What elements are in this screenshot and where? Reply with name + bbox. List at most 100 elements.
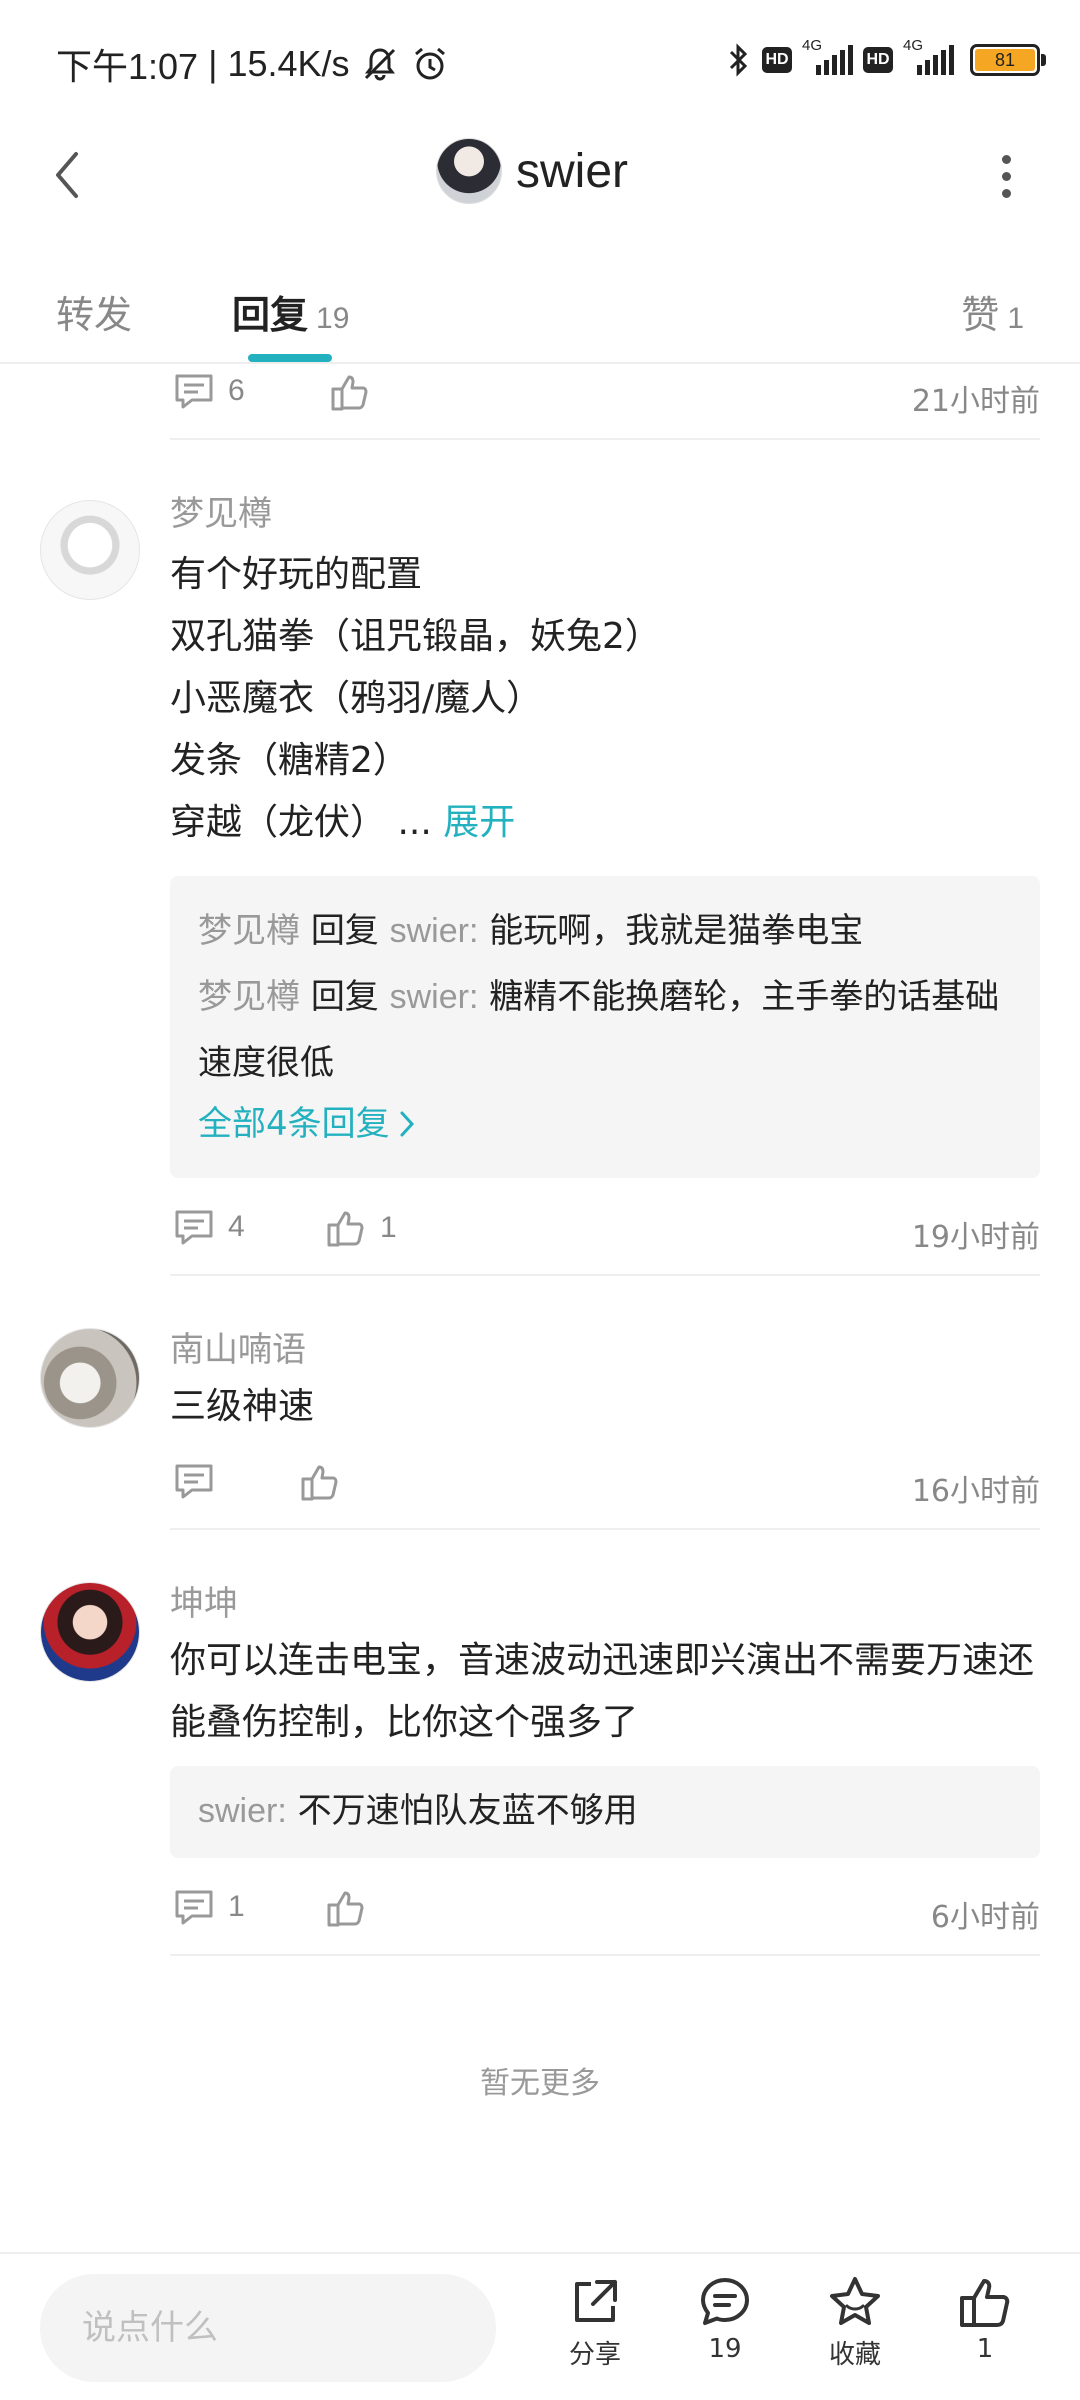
more-dot-icon: [1001, 154, 1011, 164]
comment-count: 19: [708, 2334, 742, 2364]
reply-preview: swier: 不万速怕队友蓝不够用: [198, 1778, 1012, 1844]
like-count: 1: [380, 1211, 397, 1244]
like-button[interactable]: 1: [930, 2274, 1040, 2364]
share-label: 分享: [568, 2340, 621, 2370]
comment-button[interactable]: 19: [670, 2274, 780, 2364]
tab-reply-label: 回复: [232, 293, 309, 337]
chevron-left-icon: [56, 152, 78, 198]
comment-line: 有个好玩的配置: [170, 554, 423, 595]
comment-meta: 4 1 19小时前: [170, 1202, 1040, 1262]
commenter-name[interactable]: 坤坤: [170, 1582, 1040, 1626]
mute-icon: [364, 48, 395, 81]
comment-input[interactable]: [40, 2274, 496, 2382]
comment-text: 你可以连击电宝，音速波动迅速即兴演出不需要万速还能叠伤控制，比你这个强多了: [170, 1640, 1035, 1743]
reply-to[interactable]: swier: [390, 912, 469, 950]
net-speed: 15.4K/s: [227, 43, 350, 84]
author-name[interactable]: swier: [516, 144, 628, 199]
like-count: 1: [976, 2334, 994, 2364]
reply-action[interactable]: 6: [174, 372, 245, 410]
comment-icon: [175, 1210, 213, 1245]
tab-reply-count: 19: [316, 302, 350, 335]
comment-line: 发条（糖精2）: [170, 740, 409, 781]
bluetooth-icon: [729, 43, 748, 77]
comment-bubble-icon: [701, 2278, 749, 2325]
avatar[interactable]: [40, 1582, 140, 1682]
network-type-2: 4G: [903, 37, 924, 54]
comment-icon: [175, 1464, 213, 1499]
tab-like-label: 赞: [961, 293, 1000, 337]
reply-preview-box[interactable]: 梦见樽 回复 swier: 能玩啊，我就是猫拳电宝 梦见樽 回复 swier: …: [170, 876, 1040, 1178]
comment-line: 小恶魔衣（鸦羽/魔人）: [170, 678, 543, 719]
comment-line-last: 穿越（龙伏） ... 展开: [170, 792, 1040, 854]
post-author[interactable]: swier: [436, 138, 628, 204]
back-button[interactable]: [40, 148, 94, 202]
all-replies-label: 全部4条回复: [198, 1104, 390, 1144]
signal-icon-1: 4G: [802, 37, 853, 75]
reply-from[interactable]: 梦见樽: [198, 977, 300, 1017]
commenter-name[interactable]: 梦见樽: [170, 492, 1040, 536]
more-button[interactable]: [986, 148, 1026, 204]
reply-preview: 梦见樽 回复 swier: 糖精不能换磨轮，主手拳的话基础速度很低: [198, 964, 1012, 1096]
tab-bar: 转发 回复 19 赞1: [0, 260, 1080, 364]
avatar[interactable]: [40, 500, 140, 600]
divider: [170, 438, 1040, 440]
tab-reply[interactable]: 回复 19: [232, 284, 349, 339]
status-left: 下午1:07 | 15.4K/s: [56, 38, 450, 90]
avatar[interactable]: [40, 1328, 140, 1428]
divider: [170, 1954, 1040, 1956]
tab-like-count: 1: [1007, 302, 1024, 335]
tab-forward[interactable]: 转发: [56, 284, 132, 339]
status-right: HD 4G HD 4G 81: [726, 37, 1046, 80]
reply-preview-box[interactable]: swier: 不万速怕队友蓝不够用: [170, 1766, 1040, 1858]
reply-from[interactable]: swier: [198, 1792, 277, 1830]
avatar[interactable]: [436, 138, 502, 204]
reply-action[interactable]: 4: [174, 1208, 245, 1246]
like-action[interactable]: 1: [326, 1208, 397, 1248]
comment-time: 21小时前: [911, 384, 1040, 419]
ellipsis: ...: [397, 802, 432, 843]
reply-from[interactable]: 梦见樽: [198, 911, 300, 951]
expand-link[interactable]: 展开: [443, 802, 515, 843]
star-icon: [830, 2277, 880, 2325]
reply-preview: 梦见樽 回复 swier: 能玩啊，我就是猫拳电宝: [198, 898, 1012, 964]
alarm-icon: [414, 47, 445, 80]
comment-item: 坤坤 你可以连击电宝，音速波动迅速即兴演出不需要万速还能叠伤控制，比你这个强多了…: [0, 1582, 1080, 1942]
comment-item: 梦见樽 有个好玩的配置 双孔猫拳（诅咒锻晶，妖兔2） 小恶魔衣（鸦羽/魔人） 发…: [0, 492, 1080, 1262]
comment-time: 19小时前: [911, 1220, 1040, 1255]
hd-badge-1: HD: [762, 47, 792, 73]
commenter-name[interactable]: 南山喃语: [170, 1328, 1040, 1372]
reply-text: 能玩啊，我就是猫拳电宝: [489, 911, 864, 951]
collect-button[interactable]: 收藏: [800, 2274, 910, 2371]
status-time: 下午1:07: [56, 46, 199, 87]
like-action[interactable]: [330, 372, 370, 412]
network-type-1: 4G: [802, 37, 823, 54]
thumbs-up-icon: [327, 1211, 364, 1247]
top-nav: swier: [0, 120, 1080, 230]
comment-meta: 1 6小时前: [170, 1882, 1040, 1942]
thumbs-up-icon: [331, 375, 368, 411]
no-more-text: 暂无更多: [480, 2066, 600, 2101]
reply-count: 1: [228, 1890, 245, 1923]
comment-icon: [175, 1890, 213, 1925]
like-action[interactable]: [326, 1888, 366, 1928]
reply-action[interactable]: [174, 1462, 214, 1500]
reply-colon: :: [468, 912, 479, 950]
more-dot-icon: [1001, 188, 1011, 198]
comment-meta: 16小时前: [170, 1456, 1040, 1516]
divider: [170, 1274, 1040, 1276]
chevron-right-icon: [400, 1111, 414, 1137]
share-icon: [575, 2280, 617, 2322]
comment-item: 南山喃语 三级神速 16小时前: [0, 1328, 1080, 1516]
status-bar: 下午1:07 | 15.4K/s HD 4G HD 4G 81: [0, 0, 1080, 120]
collect-label: 收藏: [828, 2340, 881, 2370]
hd-badge-2: HD: [863, 47, 893, 73]
reply-action[interactable]: 1: [174, 1888, 245, 1926]
active-tab-indicator: [248, 354, 332, 362]
like-action[interactable]: [300, 1462, 340, 1502]
tab-like[interactable]: 赞1: [961, 284, 1024, 339]
reply-to[interactable]: swier: [390, 978, 469, 1016]
share-button[interactable]: 分享: [540, 2274, 650, 2371]
reply-text: 不万速怕队友蓝不够用: [297, 1791, 638, 1831]
all-replies-link[interactable]: 全部4条回复: [198, 1096, 416, 1152]
more-dot-icon: [1001, 171, 1011, 181]
